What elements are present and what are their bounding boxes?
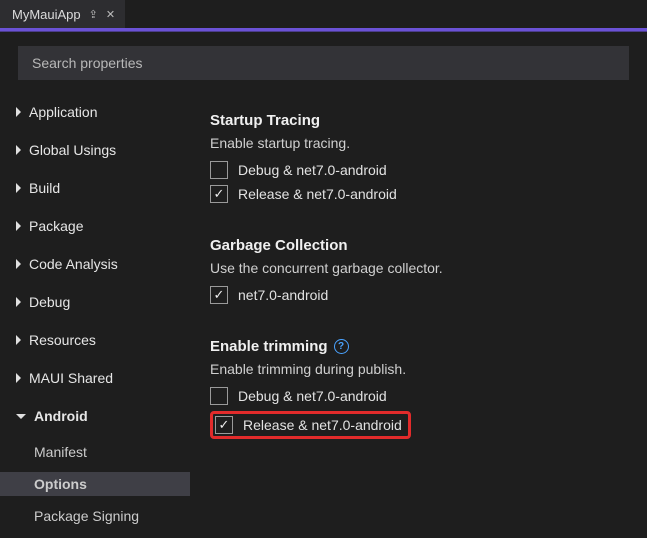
chevron-right-icon — [16, 107, 21, 117]
section-desc: Enable startup tracing. — [210, 135, 635, 151]
tab-mymauiapp[interactable]: MyMauiApp ⇪ ✕ — [0, 0, 125, 28]
section-enable-trimming: Enable trimming ? Enable trimming during… — [210, 338, 635, 439]
checkbox-row-gc[interactable]: ✓ net7.0-android — [210, 286, 635, 304]
chevron-right-icon — [16, 221, 21, 231]
checkbox-row-debug[interactable]: Debug & net7.0-android — [210, 161, 635, 179]
sidebar-item-build[interactable]: Build — [0, 174, 190, 202]
section-startup-tracing: Startup Tracing Enable startup tracing. … — [210, 112, 635, 203]
chevron-right-icon — [16, 183, 21, 193]
sidebar: Application Global Usings Build Package … — [0, 96, 190, 538]
checkbox-icon[interactable]: ✓ — [210, 185, 228, 203]
accent-line-thin — [0, 31, 647, 32]
section-desc: Use the concurrent garbage collector. — [210, 260, 635, 276]
chevron-right-icon — [16, 373, 21, 383]
close-icon[interactable]: ✕ — [106, 8, 115, 21]
sidebar-item-android[interactable]: Android — [0, 402, 190, 430]
tab-title: MyMauiApp — [12, 7, 81, 22]
help-icon[interactable]: ? — [334, 339, 349, 354]
chevron-right-icon — [16, 145, 21, 155]
chevron-right-icon — [16, 335, 21, 345]
sidebar-item-code-analysis[interactable]: Code Analysis — [0, 250, 190, 278]
chevron-right-icon — [16, 297, 21, 307]
sidebar-item-resources[interactable]: Resources — [0, 326, 190, 354]
sidebar-item-maui-shared[interactable]: MAUI Shared — [0, 364, 190, 392]
checkbox-row-trim-release[interactable]: ✓ Release & net7.0-android — [210, 411, 635, 439]
checkbox-label: Release & net7.0-android — [243, 417, 402, 433]
sidebar-item-package[interactable]: Package — [0, 212, 190, 240]
highlight-box: ✓ Release & net7.0-android — [210, 411, 411, 439]
section-title: Enable trimming ? — [210, 338, 635, 355]
properties-panel: Startup Tracing Enable startup tracing. … — [190, 96, 647, 538]
checkbox-label: net7.0-android — [238, 287, 328, 303]
pin-icon[interactable]: ⇪ — [89, 8, 98, 21]
checkbox-label: Debug & net7.0-android — [238, 388, 387, 404]
section-desc: Enable trimming during publish. — [210, 361, 635, 377]
checkbox-row-trim-debug[interactable]: Debug & net7.0-android — [210, 387, 635, 405]
checkbox-icon[interactable]: ✓ — [215, 416, 233, 434]
checkbox-row-release[interactable]: ✓ Release & net7.0-android — [210, 185, 635, 203]
sidebar-item-application[interactable]: Application — [0, 98, 190, 126]
search-input[interactable] — [18, 46, 629, 80]
sidebar-item-package-signing[interactable]: Package Signing — [0, 504, 190, 528]
checkbox-icon[interactable] — [210, 387, 228, 405]
checkbox-icon[interactable] — [210, 161, 228, 179]
section-garbage-collection: Garbage Collection Use the concurrent ga… — [210, 237, 635, 304]
sidebar-item-debug[interactable]: Debug — [0, 288, 190, 316]
section-title: Startup Tracing — [210, 112, 635, 129]
checkbox-icon[interactable]: ✓ — [210, 286, 228, 304]
chevron-right-icon — [16, 259, 21, 269]
checkbox-label: Release & net7.0-android — [238, 186, 397, 202]
tab-bar: MyMauiApp ⇪ ✕ — [0, 0, 647, 28]
chevron-down-icon — [16, 414, 26, 419]
checkbox-label: Debug & net7.0-android — [238, 162, 387, 178]
sidebar-item-options[interactable]: Options — [0, 472, 190, 496]
sidebar-item-global-usings[interactable]: Global Usings — [0, 136, 190, 164]
section-title: Garbage Collection — [210, 237, 635, 254]
sidebar-item-manifest[interactable]: Manifest — [0, 440, 190, 464]
